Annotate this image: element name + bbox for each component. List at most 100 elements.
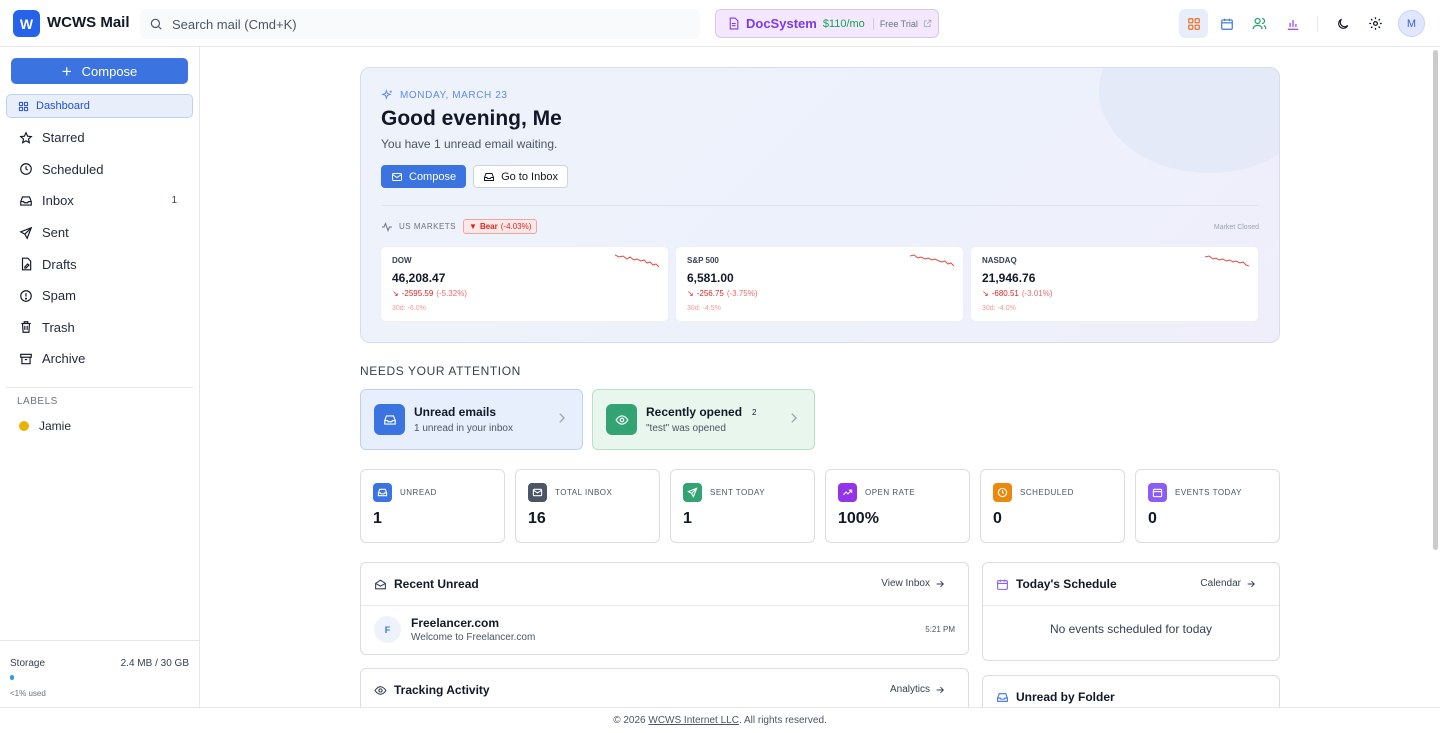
sidebar-item-starred[interactable]: Starred	[6, 122, 193, 154]
settings-button[interactable]	[1361, 9, 1390, 38]
inbox-icon	[19, 194, 33, 208]
mail-sender: Freelancer.com	[411, 616, 500, 630]
sidebar-item-label: Trash	[42, 319, 75, 335]
storage-used-text: <1% used	[10, 689, 46, 698]
stat-label: UNREAD	[400, 488, 437, 497]
view-inbox-link[interactable]: View Inbox	[881, 578, 945, 589]
inbox-count-badge: 1	[171, 195, 177, 207]
app-title[interactable]: WCWS Mail	[47, 14, 130, 31]
analytics-label: Analytics	[889, 684, 930, 695]
mail-subject: Welcome to Freelancer.com	[411, 632, 536, 643]
calendar-button[interactable]	[1212, 9, 1241, 38]
markets-label: US MARKETS	[399, 222, 457, 231]
stat-label: SCHEDULED	[1020, 488, 1074, 497]
draft-icon	[19, 257, 33, 271]
compose-button[interactable]: + Compose	[11, 58, 188, 84]
sidebar-item-spam[interactable]: Spam	[6, 280, 193, 312]
send-icon	[683, 483, 702, 502]
stat-scheduled[interactable]: SCHEDULED 0	[980, 469, 1125, 543]
sidebar-item-inbox[interactable]: Inbox 1	[6, 185, 193, 217]
schedule-title: Today's Schedule	[1016, 577, 1117, 591]
sidebar-item-trash[interactable]: Trash	[6, 312, 193, 344]
sidebar-item-label: Inbox	[42, 193, 74, 209]
sidebar-item-label: Dashboard	[36, 100, 90, 112]
footer-prefix: © 2026	[613, 715, 649, 726]
gear-icon	[1368, 16, 1383, 31]
ticker-card-sp500[interactable]: S&P 500 6,581.00 ↘ -256.75 (-3.75%) 30d:…	[676, 247, 963, 321]
storage-value: 2.4 MB / 30 GB	[120, 658, 189, 669]
calendar-link-label: Calendar	[1200, 578, 1241, 589]
app-logo[interactable]: W	[13, 10, 40, 37]
ticker-30d: 30d: -4.5%	[687, 305, 721, 312]
sender-avatar: F	[374, 616, 401, 643]
analytics-link[interactable]: Analytics	[890, 684, 945, 695]
greeting-subtitle: You have 1 unread email waiting.	[381, 137, 558, 151]
stat-open-rate[interactable]: OPEN RATE 100%	[825, 469, 970, 543]
ticker-card-dow[interactable]: DOW 46,208.47 ↘ -2595.59 (-5.32%) 30d: -…	[381, 247, 668, 321]
contacts-button[interactable]	[1245, 9, 1274, 38]
analytics-button[interactable]	[1278, 9, 1307, 38]
dashboard-view-button[interactable]	[1179, 9, 1208, 38]
hero-divider	[381, 205, 1259, 206]
inbox-icon	[373, 483, 392, 502]
calendar-link[interactable]: Calendar	[1200, 578, 1256, 589]
trash-icon	[19, 320, 33, 334]
ticker-change-value: -256.75	[696, 289, 724, 298]
document-icon	[727, 17, 740, 30]
view-inbox-label: View Inbox	[881, 578, 930, 589]
search-icon	[149, 17, 163, 31]
ticker-change-pct: (-3.01%)	[1021, 289, 1053, 298]
tracking-title: Tracking Activity	[394, 683, 490, 697]
storage-label: Storage	[10, 658, 46, 669]
recently-opened-card[interactable]: Recently opened 2 "test" was opened	[592, 389, 815, 450]
scrollbar[interactable]	[1433, 50, 1438, 550]
sidebar-item-archive[interactable]: Archive	[6, 343, 193, 375]
ticker-change-pct: (-5.32%)	[436, 289, 467, 298]
sidebar-item-label: Starred	[42, 130, 85, 146]
opened-count-badge: 2	[752, 407, 757, 417]
go-to-inbox-button[interactable]: Go to Inbox	[473, 165, 568, 188]
opened-icon-box	[606, 404, 637, 435]
calendar-icon	[996, 578, 1009, 591]
ticker-card-nasdaq[interactable]: NASDAQ 21,946.76 ↘ -680.51 (-3.01%) 30d:…	[971, 247, 1258, 321]
promo-banner[interactable]: DocSystem $110/mo Free Trial	[715, 9, 939, 38]
user-avatar[interactable]: M	[1398, 10, 1425, 37]
stat-value: 0	[993, 510, 1002, 527]
hero-compose-button[interactable]: Compose	[381, 165, 467, 188]
send-icon	[19, 226, 33, 240]
trend-down-icon: ↘	[687, 289, 694, 298]
stat-value: 16	[528, 510, 546, 527]
sidebar-item-drafts[interactable]: Drafts	[6, 248, 193, 280]
list-item[interactable]: F Freelancer.com Welcome to Freelancer.c…	[361, 606, 968, 653]
stat-total-inbox[interactable]: TOTAL INBOX 16	[515, 469, 660, 543]
sidebar-item-dashboard[interactable]: Dashboard	[6, 94, 193, 118]
hero-date: MONDAY, MARCH 23	[400, 90, 508, 101]
ticker-30d: 30d: -6.0%	[392, 305, 426, 312]
clock-icon	[993, 483, 1012, 502]
attention-heading: NEEDS YOUR ATTENTION	[360, 364, 521, 378]
stat-events-today[interactable]: EVENTS TODAY 0	[1135, 469, 1280, 543]
ticker-change: ↘ -680.51 (-3.01%)	[982, 289, 1053, 298]
search-box[interactable]	[140, 9, 700, 39]
eye-icon	[614, 413, 629, 427]
star-icon	[19, 131, 33, 145]
theme-toggle-button[interactable]	[1328, 9, 1357, 38]
clock-icon	[19, 162, 33, 176]
unread-emails-card[interactable]: Unread emails 1 unread in your inbox	[360, 389, 583, 450]
company-link[interactable]: WCWS Internet LLC	[648, 715, 739, 726]
search-input[interactable]	[172, 16, 672, 32]
sidebar-item-scheduled[interactable]: Scheduled	[6, 154, 193, 186]
sidebar-item-label: Spam	[42, 288, 76, 304]
ticker-change: ↘ -2595.59 (-5.32%)	[392, 289, 467, 298]
storage-usage-bar	[10, 675, 14, 680]
label-color-dot	[19, 421, 29, 431]
sidebar-item-sent[interactable]: Sent	[6, 217, 193, 249]
mail-open-icon	[374, 578, 387, 591]
arrow-right-icon	[935, 579, 945, 589]
stat-unread[interactable]: UNREAD 1	[360, 469, 505, 543]
unread-card-sub: 1 unread in your inbox	[414, 423, 513, 434]
market-status: Market Closed	[1213, 224, 1259, 231]
label-item-jamie[interactable]: Jamie	[19, 419, 71, 433]
ticker-change-value: -680.51	[991, 289, 1019, 298]
stat-sent-today[interactable]: SENT TODAY 1	[670, 469, 815, 543]
